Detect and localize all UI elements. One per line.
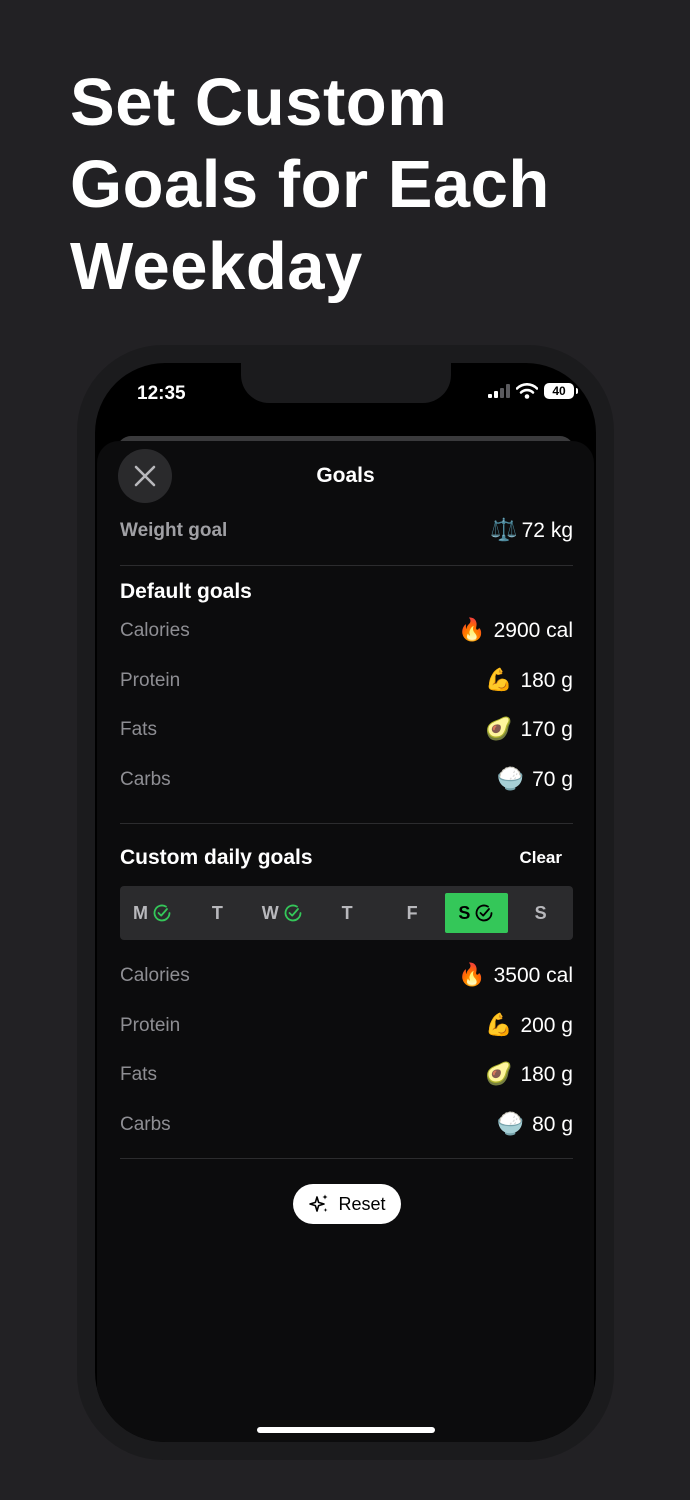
home-indicator bbox=[257, 1427, 435, 1433]
custom-carbs-row[interactable]: Carbs 🍚 80 g bbox=[120, 1110, 573, 1140]
default-carbs-row[interactable]: Carbs 🍚 70 g bbox=[120, 765, 573, 795]
headline: Set Custom Goals for Each Weekday bbox=[70, 62, 650, 308]
weekday-selector: M T W T F S S bbox=[120, 886, 573, 940]
sparkles-icon bbox=[309, 1194, 328, 1212]
carbs-label: Carbs bbox=[120, 769, 171, 790]
divider bbox=[120, 823, 573, 824]
protein-label: Protein bbox=[120, 670, 181, 691]
calories-value: 2900 cal bbox=[493, 619, 573, 642]
avocado-icon: 🥑 bbox=[485, 1062, 513, 1087]
day-label: T bbox=[341, 902, 353, 923]
day-label: M bbox=[132, 902, 148, 923]
notch bbox=[241, 363, 451, 403]
scale-icon: ⚖️ bbox=[490, 518, 518, 543]
divider bbox=[120, 565, 573, 566]
reset-button[interactable]: Reset bbox=[293, 1184, 401, 1224]
default-goals-title: Default goals bbox=[120, 580, 252, 603]
headline-line-3: Weekday bbox=[70, 229, 363, 304]
avocado-icon: 🥑 bbox=[485, 717, 513, 742]
day-tuesday[interactable]: T bbox=[185, 886, 250, 940]
day-sunday[interactable]: S bbox=[508, 886, 573, 940]
flexed-biceps-icon: 💪 bbox=[485, 1013, 513, 1038]
wifi-icon bbox=[516, 383, 538, 399]
fire-icon: 🔥 bbox=[458, 963, 486, 988]
rice-icon: 🍚 bbox=[496, 1112, 525, 1137]
calories-label: Calories bbox=[120, 620, 190, 641]
rice-icon: 🍚 bbox=[496, 767, 525, 792]
status-time: 12:35 bbox=[137, 383, 186, 404]
fire-icon: 🔥 bbox=[458, 618, 486, 643]
day-label: F bbox=[406, 902, 418, 923]
day-wednesday[interactable]: W bbox=[250, 886, 315, 940]
phone-screen: 12:35 40 Goals Weight goal ⚖️ 72 kg Defa… bbox=[95, 363, 596, 1442]
phone-frame: 12:35 40 Goals Weight goal ⚖️ 72 kg Defa… bbox=[77, 345, 614, 1460]
default-protein-row[interactable]: Protein 💪 180 g bbox=[120, 666, 573, 696]
day-label: W bbox=[261, 902, 279, 923]
day-thursday[interactable]: T bbox=[315, 886, 380, 940]
fats-value: 170 g bbox=[520, 718, 573, 741]
weight-goal-label: Weight goal bbox=[120, 520, 228, 541]
divider bbox=[120, 1158, 573, 1159]
custom-fats-row[interactable]: Fats 🥑 180 g bbox=[120, 1060, 573, 1090]
calories-value: 3500 cal bbox=[493, 964, 573, 987]
status-icons: 40 bbox=[488, 383, 578, 399]
weight-goal-value: 72 kg bbox=[521, 519, 573, 542]
signal-icon bbox=[488, 384, 510, 398]
sheet-title: Goals bbox=[316, 464, 375, 487]
default-fats-row[interactable]: Fats 🥑 170 g bbox=[120, 715, 573, 745]
day-monday[interactable]: M bbox=[120, 886, 185, 940]
battery-icon: 40 bbox=[544, 383, 578, 399]
goals-sheet: Goals Weight goal ⚖️ 72 kg Default goals… bbox=[97, 441, 594, 1442]
day-label: T bbox=[211, 902, 223, 923]
headline-line-2: Goals for Each bbox=[70, 147, 550, 222]
fats-label: Fats bbox=[120, 719, 157, 740]
flexed-biceps-icon: 💪 bbox=[485, 668, 513, 693]
day-label: S bbox=[534, 902, 547, 923]
protein-value: 180 g bbox=[520, 669, 573, 692]
reset-label: Reset bbox=[338, 1193, 386, 1214]
weight-goal-row[interactable]: Weight goal ⚖️ 72 kg bbox=[120, 516, 573, 546]
custom-calories-row[interactable]: Calories 🔥 3500 cal bbox=[120, 961, 573, 991]
carbs-value: 80 g bbox=[532, 1113, 573, 1136]
fats-value: 180 g bbox=[520, 1063, 573, 1086]
check-circle-icon bbox=[153, 904, 171, 922]
carbs-value: 70 g bbox=[532, 768, 573, 791]
check-circle-icon bbox=[475, 904, 493, 922]
calories-label: Calories bbox=[120, 965, 190, 986]
custom-protein-row[interactable]: Protein 💪 200 g bbox=[120, 1011, 573, 1041]
day-saturday-selected[interactable]: S bbox=[444, 893, 509, 933]
day-friday[interactable]: F bbox=[380, 886, 445, 940]
custom-goals-title: Custom daily goals bbox=[120, 846, 313, 869]
protein-label: Protein bbox=[120, 1015, 181, 1036]
clear-button[interactable]: Clear bbox=[519, 848, 562, 868]
check-circle-icon bbox=[284, 904, 302, 922]
default-calories-row[interactable]: Calories 🔥 2900 cal bbox=[120, 616, 573, 646]
carbs-label: Carbs bbox=[120, 1114, 171, 1135]
protein-value: 200 g bbox=[520, 1014, 573, 1037]
headline-line-1: Set Custom bbox=[70, 65, 448, 140]
day-label: S bbox=[458, 902, 471, 923]
fats-label: Fats bbox=[120, 1064, 157, 1085]
